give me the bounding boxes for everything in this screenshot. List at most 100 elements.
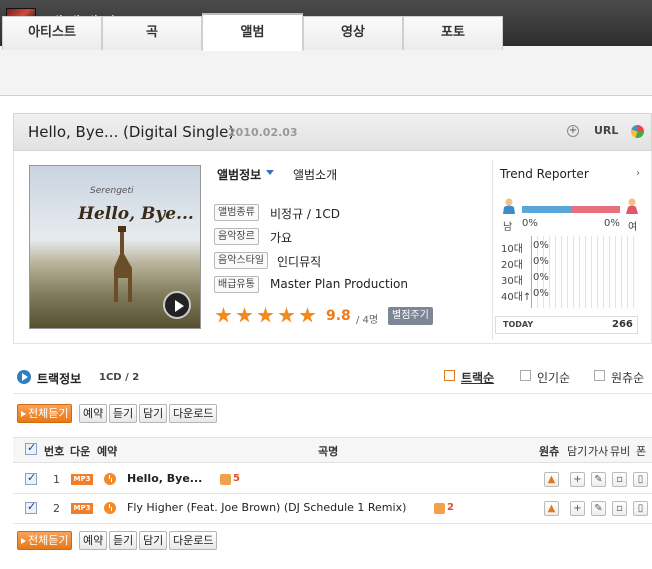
age-label: 40대↑ [501, 292, 532, 303]
track-title[interactable]: Fly Higher (Feat. Joe Brown) (DJ Schedul… [127, 501, 406, 514]
female-label: 여 [628, 222, 638, 233]
album-intro-tab[interactable]: 앨범소개 [293, 166, 337, 183]
mv-icon[interactable]: ▫ [612, 501, 627, 516]
tab-photo[interactable]: 포토 [403, 16, 503, 50]
album-title-bar: Hello, Bye... (Digital Single) 2010.02.0… [13, 113, 652, 151]
play-all-button[interactable]: 전체듣기 [17, 531, 73, 550]
col-song: 곡명 [318, 445, 339, 458]
age-percent: 0% [533, 240, 549, 251]
row-checkbox[interactable] [25, 471, 37, 485]
download-button[interactable]: 다운로드 [169, 531, 218, 550]
track-title[interactable]: Hello, Bye... [127, 472, 202, 485]
field-value: 비정규 / 1CD [270, 207, 341, 221]
play-button[interactable] [163, 291, 191, 319]
phone-icon[interactable]: ▯ [633, 472, 648, 487]
sort-popularity[interactable]: 인기순 [537, 369, 570, 386]
dropdown-arrow-icon [266, 170, 274, 175]
age-percent: 0% [533, 256, 549, 267]
gender-ratio-bar [522, 206, 620, 213]
save-button[interactable]: 담기 [139, 404, 168, 423]
listen-button[interactable]: 듣기 [109, 531, 138, 550]
col-lyrics: 가사 [588, 445, 609, 458]
lyrics-icon[interactable]: ✎ [591, 501, 606, 516]
tab-artist[interactable]: 아티스트 [2, 16, 102, 50]
sort-wantchu[interactable]: 원츄순 [611, 369, 644, 386]
track-number: 1 [53, 473, 60, 486]
tab-video[interactable]: 영상 [303, 16, 403, 50]
col-mv: 뮤비 [610, 445, 631, 458]
male-label: 남 [503, 222, 513, 233]
tracks-count: 1CD / 2 [99, 372, 140, 383]
field-label: 배급유통 [214, 276, 259, 293]
track-likes: 5 [233, 473, 240, 484]
field-label: 앨범종류 [214, 204, 259, 221]
chart-icon[interactable] [631, 125, 644, 138]
play-all-button[interactable]: 전체듣기 [17, 404, 73, 423]
col-number: 번호 [44, 445, 65, 458]
track-likes: 2 [447, 502, 454, 513]
field-value: 가요 [270, 231, 293, 245]
thumbs-up-icon [220, 474, 231, 485]
field-value: 인디뮤직 [277, 255, 322, 269]
reserve-button[interactable]: 예약 [79, 404, 108, 423]
female-percent: 0% [604, 218, 620, 229]
rating-score: 9.8 [326, 308, 351, 324]
male-icon [503, 198, 515, 214]
rating-votes: / 4명 [356, 315, 379, 326]
divider [13, 393, 652, 394]
field-value: Master Plan Production [270, 277, 408, 291]
age-percent: 0% [533, 288, 549, 299]
thumbs-up-icon [434, 503, 445, 514]
age-label: 20대 [501, 260, 523, 271]
field-label: 음악장르 [214, 228, 259, 245]
cover-title: Hello, Bye... [78, 204, 194, 224]
section-play-icon [17, 370, 31, 384]
tab-album[interactable]: 앨범 [202, 13, 303, 51]
age-percent: 0% [533, 272, 549, 283]
chevron-right-icon[interactable]: › [636, 168, 640, 179]
giraffe-image [114, 226, 132, 302]
add-plus-icon[interactable]: + [570, 472, 585, 487]
divider [492, 160, 493, 340]
phone-icon[interactable]: ▯ [633, 501, 648, 516]
trend-title: Trend Reporter [500, 167, 589, 181]
save-button[interactable]: 담기 [139, 531, 168, 550]
col-reserve: 예약 [97, 445, 118, 458]
tab-bar [0, 46, 652, 96]
album-cover[interactable]: Serengeti Hello, Bye... [29, 165, 201, 329]
reserve-clock-icon[interactable] [104, 473, 116, 485]
lyrics-icon[interactable]: ✎ [591, 472, 606, 487]
wantchu-thumb-icon[interactable]: ▲ [544, 501, 559, 516]
select-all-checkbox[interactable] [25, 441, 37, 455]
age-label: 30대 [501, 276, 523, 287]
sort-chevron-icon [520, 370, 531, 381]
wantchu-thumb-icon[interactable]: ▲ [544, 472, 559, 487]
reserve-button[interactable]: 예약 [79, 531, 108, 550]
plus-icon[interactable]: + [567, 125, 579, 137]
male-percent: 0% [522, 218, 538, 229]
album-info-tab[interactable]: 앨범정보 [217, 166, 261, 183]
col-wantchu: 원츄 [539, 445, 560, 458]
mp3-badge[interactable]: MP3 [71, 474, 93, 485]
track-number: 2 [53, 502, 60, 515]
mv-icon[interactable]: ▫ [612, 472, 627, 487]
tab-song[interactable]: 곡 [102, 16, 202, 50]
mp3-badge[interactable]: MP3 [71, 503, 93, 514]
female-icon [626, 198, 638, 214]
sort-track-order[interactable]: 트랙순 [461, 369, 494, 386]
listen-button[interactable]: 듣기 [109, 404, 138, 423]
url-button[interactable]: URL [594, 124, 618, 137]
row-checkbox[interactable] [25, 500, 37, 514]
sort-chevron-icon [444, 370, 455, 381]
cover-brand: Serengeti [90, 186, 134, 196]
today-count: 266 [612, 319, 633, 330]
reserve-clock-icon[interactable] [104, 502, 116, 514]
album-date: 2010.02.03 [228, 126, 298, 139]
add-plus-icon[interactable]: + [570, 501, 585, 516]
download-button[interactable]: 다운로드 [169, 404, 218, 423]
field-label: 음악스타일 [214, 252, 268, 269]
rate-button[interactable]: 별점주기 [388, 307, 433, 325]
album-title: Hello, Bye... (Digital Single) [28, 123, 235, 141]
age-label: 10대 [501, 244, 523, 255]
tracks-title: 트랙정보 [37, 372, 82, 386]
